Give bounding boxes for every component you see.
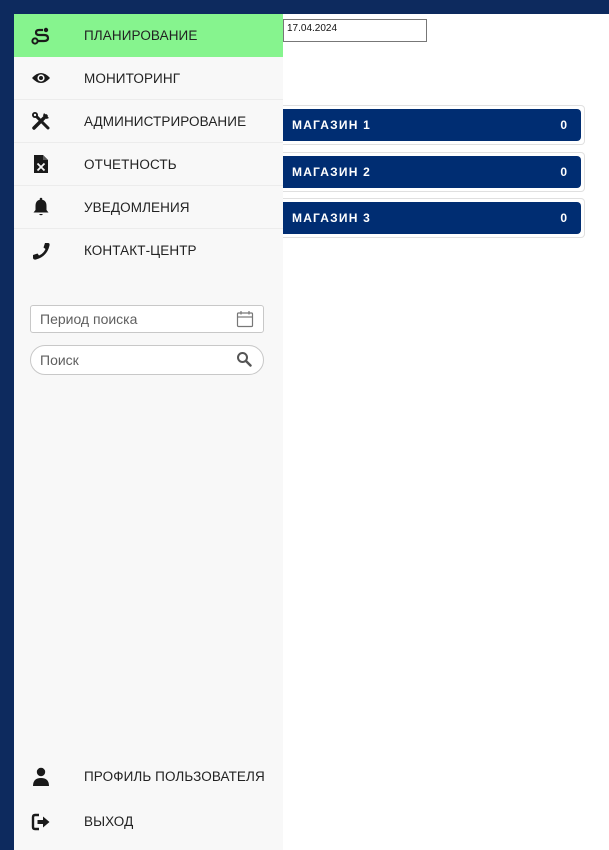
store-bar[interactable]: МАГАЗИН 1 0 — [283, 109, 581, 141]
store-count: 0 — [560, 165, 567, 179]
date-input[interactable]: 17.04.2024 — [283, 19, 427, 42]
search-input[interactable]: Поиск — [30, 345, 264, 375]
tools-icon — [30, 110, 52, 132]
store-name: МАГАЗИН 1 — [292, 118, 371, 132]
nav-item-logout[interactable]: ВЫХОД — [14, 800, 283, 843]
store-name: МАГАЗИН 2 — [292, 165, 371, 179]
nav-label-contact-center: КОНТАКТ-ЦЕНТР — [84, 243, 197, 258]
eye-icon — [30, 67, 52, 89]
store-card: МАГАЗИН 2 0 — [283, 152, 585, 192]
nav-item-reports[interactable]: ОТЧЕТНОСТЬ — [14, 143, 283, 186]
calendar-icon[interactable] — [236, 310, 254, 328]
app-frame: ПЛАНИРОВАНИЕ МОНИТОРИНГ АДМИНИСТРИРОВАНИ… — [0, 0, 609, 850]
nav-label-logout: ВЫХОД — [84, 814, 134, 829]
phone-icon — [30, 240, 52, 262]
store-card: МАГАЗИН 3 0 — [283, 198, 585, 238]
search-icon[interactable] — [236, 351, 254, 369]
store-count: 0 — [560, 118, 567, 132]
nav-label-reports: ОТЧЕТНОСТЬ — [84, 156, 177, 172]
bell-icon — [30, 196, 52, 218]
search-period-placeholder: Период поиска — [40, 311, 138, 327]
route-icon — [30, 25, 52, 47]
sidebar: ПЛАНИРОВАНИЕ МОНИТОРИНГ АДМИНИСТРИРОВАНИ… — [14, 14, 283, 850]
excel-file-icon — [30, 153, 52, 175]
nav-label-user-profile: ПРОФИЛЬ ПОЛЬЗОВАТЕЛЯ — [84, 769, 265, 784]
store-name: МАГАЗИН 3 — [292, 211, 371, 225]
nav-label-administration: АДМИНИСТРИРОВАНИЕ — [84, 113, 247, 129]
nav-item-planning[interactable]: ПЛАНИРОВАНИЕ — [14, 14, 283, 57]
left-border — [0, 0, 14, 850]
nav-item-contact-center[interactable]: КОНТАКТ-ЦЕНТР — [14, 229, 283, 272]
nav-item-notifications[interactable]: УВЕДОМЛЕНИЯ — [14, 186, 283, 229]
nav-label-notifications: УВЕДОМЛЕНИЯ — [84, 199, 190, 215]
nav-label-planning: ПЛАНИРОВАНИЕ — [84, 28, 198, 43]
user-icon — [30, 766, 52, 788]
search-period-field[interactable]: Период поиска — [30, 305, 264, 333]
store-card: МАГАЗИН 1 0 — [283, 105, 585, 145]
store-bar[interactable]: МАГАЗИН 2 0 — [283, 156, 581, 188]
search-placeholder: Поиск — [40, 352, 79, 368]
nav-item-user-profile[interactable]: ПРОФИЛЬ ПОЛЬЗОВАТЕЛЯ — [14, 755, 283, 798]
logout-icon — [30, 811, 52, 833]
top-border — [0, 0, 609, 14]
nav-item-administration[interactable]: АДМИНИСТРИРОВАНИЕ — [14, 100, 283, 143]
store-count: 0 — [560, 211, 567, 225]
nav-item-monitoring[interactable]: МОНИТОРИНГ — [14, 57, 283, 100]
nav-label-monitoring: МОНИТОРИНГ — [84, 70, 181, 86]
store-bar[interactable]: МАГАЗИН 3 0 — [283, 202, 581, 234]
